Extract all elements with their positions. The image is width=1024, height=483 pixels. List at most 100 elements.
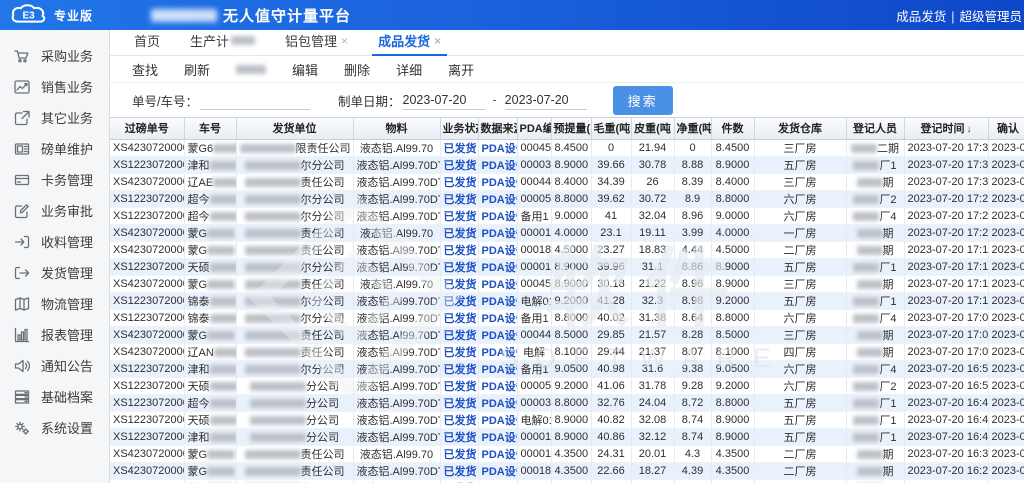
pre-qty-cell: 4.5000 — [551, 241, 591, 258]
net-cell: 4.53 — [674, 479, 711, 483]
sidebar-item-8[interactable]: 物流管理 — [0, 288, 109, 319]
column-header-6[interactable]: PDA编号 — [517, 118, 551, 139]
user-separator: | — [951, 10, 954, 24]
table-row[interactable]: XS4230720000109蒙G责任公司液态铝.Al99.70已发货PDA设备… — [110, 275, 1024, 292]
table-row[interactable]: XS12230720000083天硕分公司液态铝.Al99.70DT已发货PDA… — [110, 377, 1024, 394]
consignee-cell: 尔分公司 — [236, 156, 353, 173]
consignee-cell: 责任公司 — [236, 241, 353, 258]
column-header-11[interactable]: 件数 — [711, 118, 754, 139]
table-row[interactable]: XS12230720000085超今分公司液态铝.Al99.70DT已发货PDA… — [110, 394, 1024, 411]
table-row[interactable]: XS4230720000120蒙G6限责任公司液态铝.Al99.70已发货PDA… — [110, 139, 1024, 156]
tab-1[interactable]: 生产计 — [184, 27, 261, 55]
net-cell: 8.39 — [674, 173, 711, 190]
table-row[interactable]: XS12230720000087津和尔分公司液态铝.Al99.70DT已发货PD… — [110, 360, 1024, 377]
table-row[interactable]: XS4230720000123蒙G责任公司液态铝.Al99.70DT已发货PDA… — [110, 241, 1024, 258]
column-header-0[interactable]: 过磅单号 — [110, 118, 184, 139]
column-header-8[interactable]: 毛重(吨 — [591, 118, 631, 139]
table-row[interactable]: XS12230720000088津和尔分公司液态铝.Al99.70DT已发货PD… — [110, 156, 1024, 173]
table-row[interactable]: XS4230720000111蒙G责任公司液态铝.Al99.70DT已发货PDA… — [110, 479, 1024, 483]
gross-cell: 39.66 — [591, 156, 631, 173]
sidebar-item-9[interactable]: 报表管理 — [0, 319, 109, 350]
source-cell: PDA设备 — [478, 173, 517, 190]
table-row[interactable]: XS12230720000080天硕尔分公司液态铝.Al99.70DT已发货PD… — [110, 258, 1024, 275]
redacted-text — [245, 314, 301, 323]
source-badge: PDA设备 — [482, 466, 518, 478]
sidebar-item-7[interactable]: 发货管理 — [0, 257, 109, 288]
table-row[interactable]: XS12230720000082锦泰尔分公司液态铝.Al99.70DT已发货PD… — [110, 309, 1024, 326]
pda-cell: 00001 — [517, 428, 551, 445]
source-badge: PDA设备 — [482, 381, 518, 393]
redacted-text — [857, 178, 883, 187]
redacted-text — [245, 467, 301, 476]
table-row[interactable]: XS12230720000090超今尔分公司液态铝.Al99.70DT已发货PD… — [110, 207, 1024, 224]
sidebar-item-11[interactable]: 基础档案 — [0, 381, 109, 412]
net-cell: 8.28 — [674, 326, 711, 343]
column-header-5[interactable]: 数据来源 — [478, 118, 517, 139]
vehicle-cell: 津和 — [184, 156, 236, 173]
sidebar-item-12[interactable]: 系统设置 — [0, 412, 109, 443]
column-header-10[interactable]: 净重(吨 — [674, 118, 711, 139]
toolbar-button-redacted[interactable] — [236, 65, 266, 74]
sidebar-item-3[interactable]: 磅单维护 — [0, 133, 109, 164]
close-icon[interactable]: × — [434, 34, 441, 48]
consignee-cell: 尔分公司 — [236, 309, 353, 326]
column-header-14[interactable]: 登记时间↓ — [904, 118, 988, 139]
table-row[interactable]: XS12230720000084津和分公司液态铝.Al99.70DT已发货PDA… — [110, 428, 1024, 445]
toolbar-button-4[interactable]: 删除 — [344, 60, 370, 79]
table-row[interactable]: XS4230720000116辽AE责任公司液态铝.Al99.70DT已发货PD… — [110, 173, 1024, 190]
toolbar-button-5[interactable]: 详细 — [396, 60, 422, 79]
table-row[interactable]: XS4230720000113蒙G责任公司液态铝.Al99.70DT已发货PDA… — [110, 326, 1024, 343]
sidebar-item-6[interactable]: 收料管理 — [0, 226, 109, 257]
sidebar-item-4[interactable]: 卡务管理 — [0, 164, 109, 195]
column-header-12[interactable]: 发货仓库 — [754, 118, 846, 139]
tab-3[interactable]: 成品发货× — [372, 27, 447, 55]
bill-no-cell: XS4230720000113 — [110, 326, 184, 343]
table-row[interactable]: XS12230720000086锦泰尔分公司液态铝.Al99.70DT已发货PD… — [110, 292, 1024, 309]
warehouse-cell: 五厂房 — [754, 411, 846, 428]
sidebar-item-10[interactable]: 通知公告 — [0, 350, 109, 381]
sidebar-item-5[interactable]: 业务审批 — [0, 195, 109, 226]
column-header-9[interactable]: 皮重(吨 — [631, 118, 674, 139]
table-row[interactable]: XS4230720000124蒙G责任公司液态铝.Al99.70已发货PDA设备… — [110, 224, 1024, 241]
column-header-3[interactable]: 物料 — [353, 118, 440, 139]
confirm-cell: 2023-07 — [988, 139, 1024, 156]
page-title: 无人值守计量平台 — [223, 5, 351, 26]
toolbar-button-3[interactable]: 编辑 — [292, 60, 318, 79]
tare-cell: 26 — [631, 173, 674, 190]
toolbar-button-0[interactable]: 查找 — [132, 60, 158, 79]
redacted-text — [851, 144, 877, 153]
vehicle-cell: 蒙G — [184, 275, 236, 292]
table-row[interactable]: XS4230720000115蒙G责任公司液态铝.Al99.70已发货PDA设备… — [110, 445, 1024, 462]
vehicle-cell: 蒙G — [184, 462, 236, 479]
sidebar-item-label: 收料管理 — [41, 232, 93, 251]
close-icon[interactable]: × — [341, 34, 348, 48]
search-button[interactable]: 搜索 — [613, 86, 673, 115]
table-row[interactable]: XS4230720000119辽AN责任公司液态铝.Al99.70DT已发货PD… — [110, 343, 1024, 360]
date-from-input[interactable] — [403, 90, 485, 110]
sidebar-item-1[interactable]: 销售业务 — [0, 71, 109, 102]
sidebar-item-2[interactable]: 其它业务 — [0, 102, 109, 133]
status-badge: 已发货 — [444, 160, 477, 172]
table-row[interactable]: XS12230720000079天硕分公司液态铝.Al99.70DT已发货PDA… — [110, 411, 1024, 428]
column-header-1[interactable]: 车号 — [184, 118, 236, 139]
user-menu[interactable]: 成品发货|超级管理员 — [896, 6, 1022, 25]
column-header-7[interactable]: 预提量( — [551, 118, 591, 139]
table-row[interactable]: XS12230720000089超今尔分公司液态铝.Al99.70DT已发货PD… — [110, 190, 1024, 207]
date-to-input[interactable] — [505, 90, 587, 110]
sidebar-item-0[interactable]: 采购业务 — [0, 40, 109, 71]
bill-no-input[interactable] — [200, 90, 310, 110]
column-header-13[interactable]: 登记人员 — [846, 118, 904, 139]
confirm-cell: 2023-07 — [988, 462, 1024, 479]
toolbar-button-1[interactable]: 刷新 — [184, 60, 210, 79]
toolbar-button-6[interactable]: 离开 — [448, 60, 474, 79]
table-row[interactable]: XS4230720000117蒙G责任公司液态铝.Al99.70DT已发货PDA… — [110, 462, 1024, 479]
notice-speaker-icon — [13, 357, 30, 374]
source-cell: PDA设备 — [478, 190, 517, 207]
column-header-4[interactable]: 业务状态 — [440, 118, 478, 139]
user-name: 超级管理员 — [959, 10, 1022, 24]
column-header-15[interactable]: 确认 — [988, 118, 1024, 139]
tab-0[interactable]: 首页 — [128, 27, 166, 55]
redacted-text — [853, 382, 879, 391]
column-header-2[interactable]: 发货单位 — [236, 118, 353, 139]
tab-2[interactable]: 铝包管理× — [279, 27, 354, 55]
